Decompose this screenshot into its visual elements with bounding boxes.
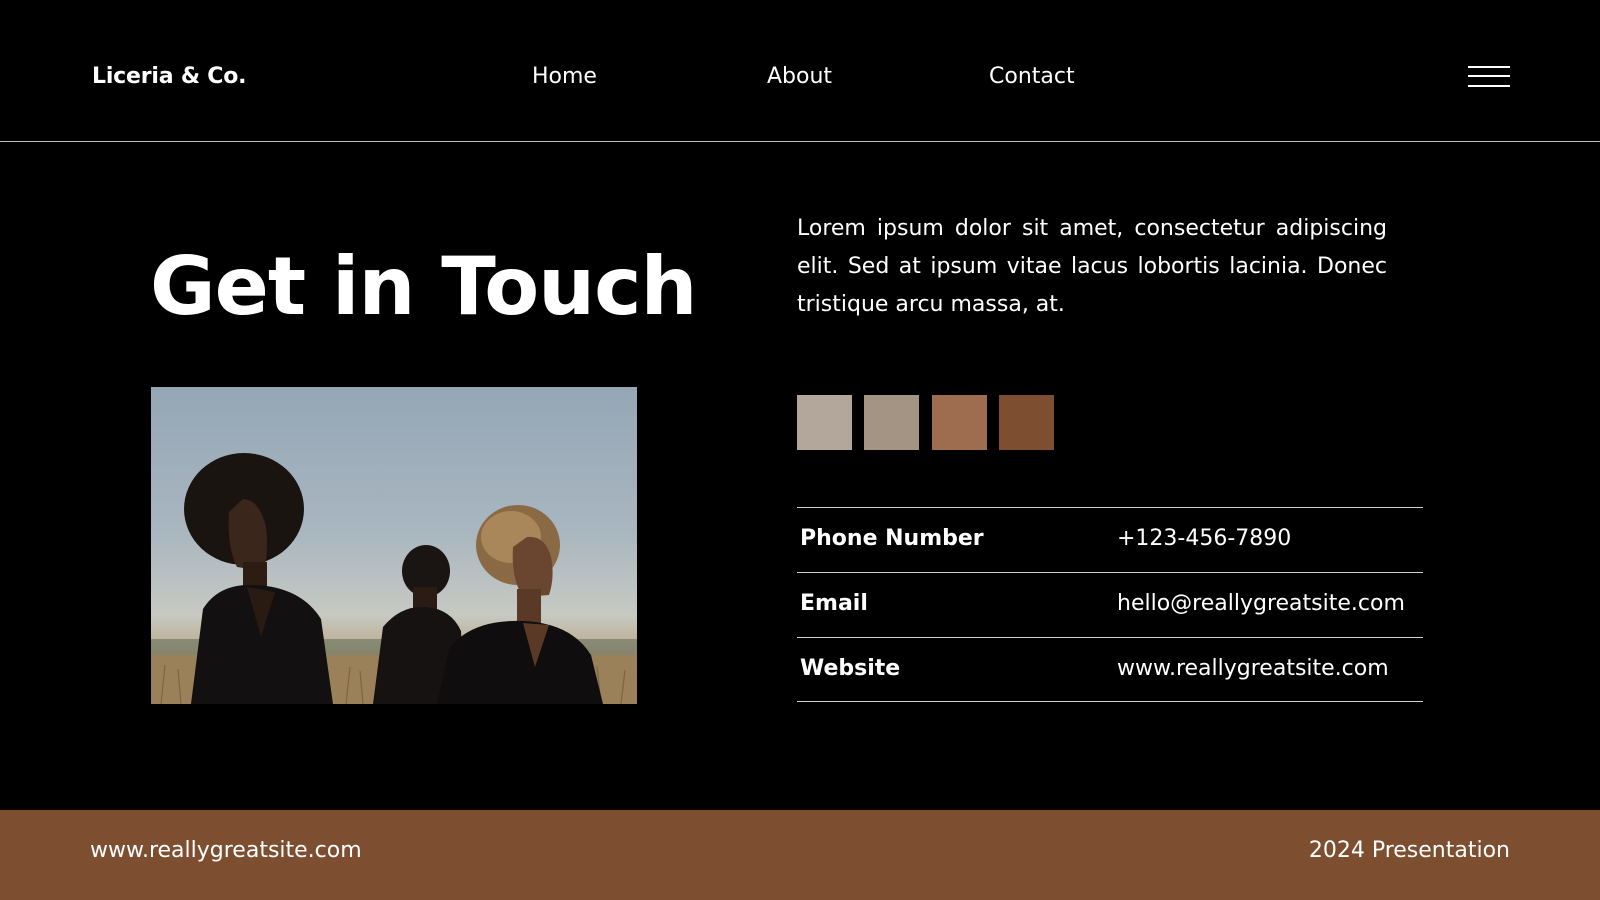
footer-presentation-label: 2024 Presentation xyxy=(1308,838,1510,863)
nav-contact[interactable]: Contact xyxy=(989,64,1075,89)
presentation-slide: Liceria & Co. Home About Contact Get in … xyxy=(0,0,1600,900)
top-navigation: Liceria & Co. Home About Contact xyxy=(0,0,1600,142)
footer-bar: www.reallygreatsite.com 2024 Presentatio… xyxy=(0,810,1600,900)
nav-about[interactable]: About xyxy=(767,64,832,89)
contact-row-website: Website www.reallygreatsite.com xyxy=(797,637,1423,702)
color-swatch-3 xyxy=(932,395,987,450)
website-value[interactable]: www.reallygreatsite.com xyxy=(1117,656,1389,681)
color-swatch-2 xyxy=(864,395,919,450)
color-swatch-4 xyxy=(999,395,1054,450)
contact-row-email: Email hello@reallygreatsite.com xyxy=(797,572,1423,637)
phone-value[interactable]: +123-456-7890 xyxy=(1117,526,1291,551)
intro-paragraph: Lorem ipsum dolor sit amet, consectetur … xyxy=(797,216,1387,317)
email-value[interactable]: hello@reallygreatsite.com xyxy=(1117,591,1405,616)
color-swatch-1 xyxy=(797,395,852,450)
website-label: Website xyxy=(800,656,901,681)
page-title: Get in Touch xyxy=(150,240,697,333)
phone-label: Phone Number xyxy=(800,526,984,551)
brand-logo[interactable]: Liceria & Co. xyxy=(92,64,246,89)
email-label: Email xyxy=(800,591,868,616)
nav-home[interactable]: Home xyxy=(532,64,597,89)
hamburger-menu-icon[interactable] xyxy=(1468,64,1510,90)
contact-table: Phone Number +123-456-7890 Email hello@r… xyxy=(797,507,1423,702)
footer-website-link[interactable]: www.reallygreatsite.com xyxy=(90,838,362,863)
contact-row-phone: Phone Number +123-456-7890 xyxy=(797,507,1423,572)
team-photo xyxy=(151,387,637,704)
